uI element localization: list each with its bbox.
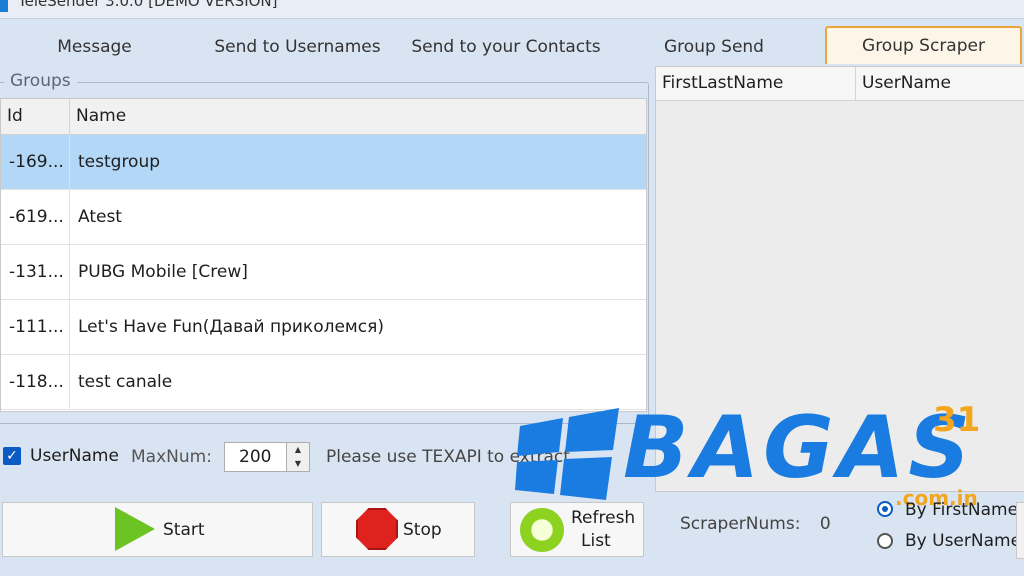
groups-grid[interactable]: Id Name -169... testgroup -619... Atest … (0, 98, 647, 412)
right-edge-button[interactable] (1016, 502, 1024, 559)
table-row[interactable]: -118... test canale (1, 355, 646, 410)
refresh-label-line2: List (581, 531, 611, 551)
scraper-nums-value: 0 (819, 514, 831, 534)
row-id-cell: -619... (1, 190, 70, 244)
radio-by-username[interactable] (877, 533, 893, 549)
table-row[interactable]: -131... PUBG Mobile [Crew] (1, 245, 646, 300)
row-id-cell: -131... (1, 245, 70, 299)
column-header-firstlastname[interactable]: FirstLastName (656, 67, 856, 100)
maxnum-stepper[interactable]: 200 ▲ ▼ (224, 442, 310, 472)
options-row: ✓ UserName MaxNum: 200 ▲ ▼ Please use TE… (0, 438, 655, 478)
tab-send-to-contacts[interactable]: Send to your Contacts (405, 30, 607, 64)
row-name-cell: test canale (78, 372, 173, 392)
maxnum-value[interactable]: 200 (239, 443, 271, 471)
row-name-cell: testgroup (78, 152, 161, 172)
row-id-cell: -111... (1, 300, 70, 354)
tab-message[interactable]: Message (22, 30, 167, 64)
window-title: TeleSender 3.0.0 [DEMO VERSION] (18, 0, 278, 10)
tab-group-scraper[interactable]: Group Scraper (825, 26, 1022, 64)
tab-send-to-usernames[interactable]: Send to Usernames (205, 30, 390, 64)
radio-by-firstname[interactable] (877, 501, 893, 517)
table-row[interactable]: -169... testgroup (1, 135, 646, 190)
maxnum-label: MaxNum: (131, 447, 212, 467)
refresh-icon (520, 508, 564, 552)
stop-button[interactable]: Stop (321, 502, 475, 557)
title-bar: TeleSender 3.0.0 [DEMO VERSION] (0, 0, 1024, 19)
table-row[interactable]: -111... Let's Have Fun(Давай приколемся) (1, 300, 646, 355)
groups-grid-header: Id Name (1, 99, 646, 135)
column-header-id[interactable]: Id (1, 99, 70, 134)
column-header-name[interactable]: Name (70, 99, 646, 134)
tab-bar: Message Send to Usernames Send to your C… (0, 22, 1024, 66)
username-checkbox[interactable]: ✓ (3, 447, 21, 465)
column-header-username[interactable]: UserName (856, 67, 1024, 100)
row-id-cell: -118... (1, 355, 70, 409)
play-icon (115, 507, 155, 551)
app-icon (0, 0, 8, 12)
stepper-down-icon[interactable]: ▼ (286, 457, 309, 471)
row-id-cell: -169... (1, 135, 70, 189)
row-name-cell: Atest (78, 207, 122, 227)
table-row[interactable]: -619... Atest (1, 190, 646, 245)
start-button-label: Start (163, 520, 205, 540)
refresh-list-button[interactable]: Refresh List (510, 502, 644, 557)
row-name-cell: PUBG Mobile [Crew] (78, 262, 248, 282)
scraped-users-grid[interactable]: FirstLastName UserName (655, 66, 1024, 492)
radio-by-firstname-label[interactable]: By FirstName (905, 500, 1018, 520)
scraper-nums-label: ScraperNums: (680, 514, 801, 534)
scraper-nums: ScraperNums: 0 (680, 514, 831, 534)
row-name-cell: Let's Have Fun(Давай приколемся) (78, 317, 384, 337)
start-button[interactable]: Start (2, 502, 313, 557)
stop-button-label: Stop (403, 520, 442, 540)
scraped-users-header: FirstLastName UserName (656, 67, 1024, 101)
username-checkbox-label[interactable]: UserName (30, 446, 119, 466)
stepper-up-icon[interactable]: ▲ (286, 443, 309, 458)
groups-legend: Groups (4, 71, 77, 91)
refresh-label-line1: Refresh (571, 508, 636, 528)
tab-group-send[interactable]: Group Send (640, 30, 788, 64)
radio-by-username-label[interactable]: By UserName (905, 531, 1021, 551)
texapi-hint: Please use TEXAPI to extract (326, 447, 570, 467)
